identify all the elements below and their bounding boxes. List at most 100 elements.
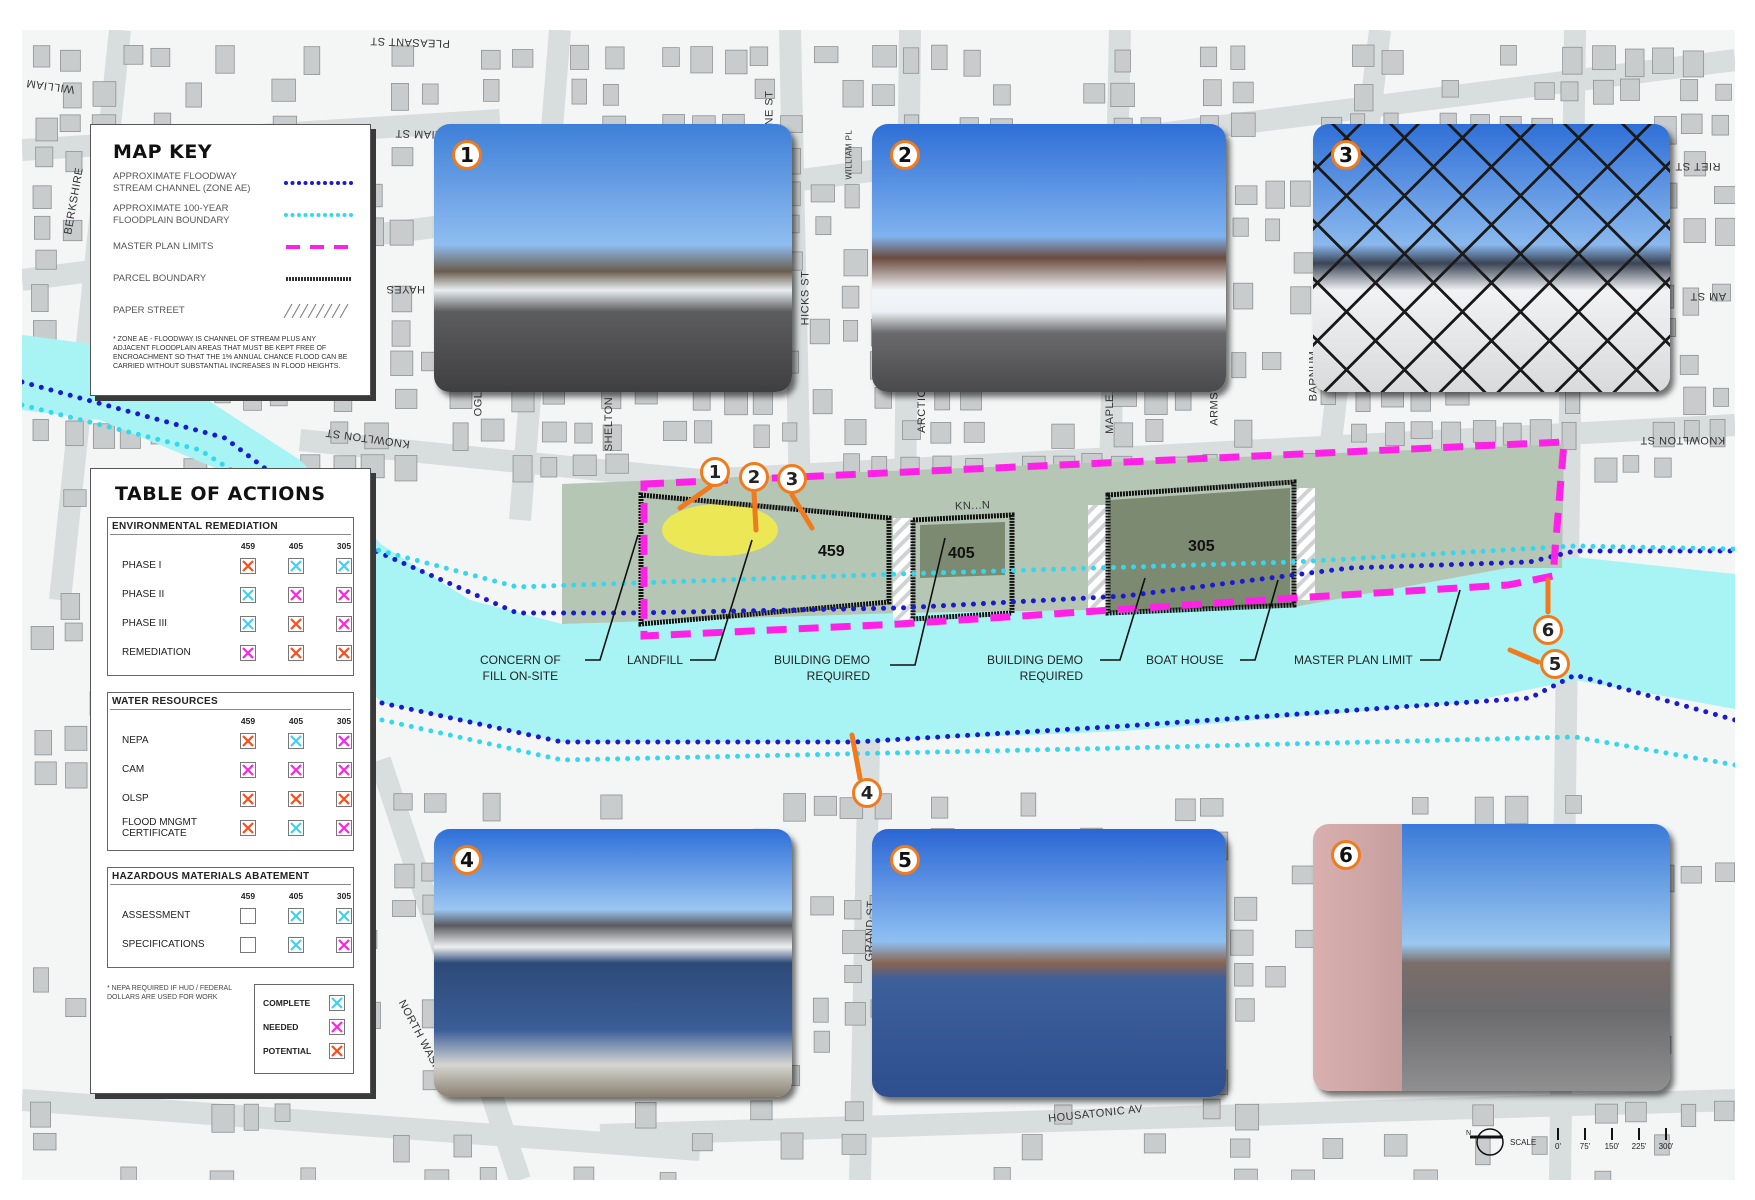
building	[1233, 282, 1254, 310]
table-row: ASSESSMENT	[114, 901, 352, 930]
blue-dotted-line-icon	[284, 181, 354, 185]
building	[1113, 422, 1134, 448]
building	[1199, 798, 1224, 817]
status-checkbox-needed	[336, 586, 352, 603]
building	[844, 900, 862, 920]
table-row: OLSP	[114, 784, 352, 813]
building	[33, 1132, 57, 1151]
building	[1715, 862, 1735, 882]
building	[1500, 45, 1517, 66]
building	[1385, 422, 1405, 447]
street-label-william-pl: WILLIAM PL	[844, 129, 854, 180]
street-label: MAPLE	[1103, 394, 1116, 434]
building	[1381, 389, 1404, 408]
building	[31, 284, 49, 312]
street-label: ARCTIC	[915, 389, 928, 433]
building	[844, 964, 863, 984]
building	[540, 457, 558, 478]
building	[1712, 387, 1729, 407]
building	[1565, 795, 1582, 814]
building	[1352, 44, 1375, 67]
building	[1714, 1100, 1735, 1122]
photo-marker-6[interactable]: 6	[1533, 615, 1563, 645]
photo-2[interactable]: 2	[872, 124, 1226, 392]
building	[813, 795, 837, 816]
status-checkbox-potential	[329, 1043, 345, 1059]
x-mark-icon	[338, 559, 350, 572]
building	[725, 49, 748, 75]
photo-marker-4[interactable]: 4	[852, 778, 882, 808]
building	[1145, 419, 1164, 442]
photo-number-badge: 4	[452, 845, 482, 875]
building	[1714, 186, 1735, 205]
photo-marker-2[interactable]: 2	[739, 462, 769, 492]
building	[1715, 217, 1735, 246]
building	[209, 1170, 235, 1180]
building	[59, 114, 81, 133]
x-mark-icon	[331, 1021, 343, 1033]
street-label: HAYES	[386, 283, 425, 295]
building	[274, 1103, 291, 1122]
building	[541, 421, 567, 443]
table-footnote: * NEPA REQUIRED IF HUD / FEDERAL DOLLARS…	[107, 985, 232, 1001]
photo-1[interactable]: 1	[434, 124, 792, 392]
legend-item-potential: POTENTIAL	[263, 1043, 345, 1059]
building	[392, 900, 416, 917]
street-label: RIET ST	[1675, 160, 1721, 172]
x-mark-icon	[242, 617, 254, 630]
photo-number-badge: 2	[890, 140, 920, 170]
landfill-area	[662, 504, 778, 556]
building	[1534, 82, 1555, 100]
building	[1231, 352, 1247, 379]
x-mark-icon	[290, 734, 302, 747]
photo-5[interactable]: 5	[872, 829, 1226, 1097]
status-checkbox-potential	[336, 790, 352, 807]
building	[34, 215, 51, 240]
table-of-actions-panel: TABLE OF ACTIONS ENVIRONMENTAL REMEDIATI…	[90, 468, 371, 1094]
building	[1472, 420, 1497, 443]
building	[390, 83, 409, 111]
building	[780, 1132, 804, 1160]
photo-marker-5[interactable]: 5	[1540, 649, 1570, 679]
building	[1232, 217, 1249, 237]
status-checkbox-potential	[288, 615, 304, 632]
building	[64, 725, 88, 751]
map-key-panel: MAP KEY APPROXIMATE FLOODWAY STREAM CHAN…	[90, 124, 371, 396]
x-mark-icon	[242, 559, 254, 572]
building	[753, 424, 770, 448]
building	[393, 793, 413, 811]
photo-4[interactable]: 4	[434, 829, 792, 1097]
building	[1175, 798, 1196, 822]
building	[35, 146, 54, 168]
scale-tick: 0'	[1548, 1128, 1568, 1151]
key-item-paper-street: PAPER STREET	[113, 299, 354, 323]
photo-6[interactable]: 6	[1313, 824, 1670, 1091]
scale-tick: 300'	[1656, 1128, 1676, 1151]
scale-label: SCALE	[1510, 1138, 1537, 1147]
cyan-dotted-line-icon	[284, 213, 354, 217]
building	[993, 1167, 1011, 1180]
building	[32, 185, 52, 209]
diagonal-hatch-icon	[283, 304, 349, 318]
building	[573, 1166, 595, 1180]
scale-tick: 225'	[1629, 1128, 1649, 1151]
building	[512, 49, 534, 68]
status-checkbox-needed	[336, 732, 352, 749]
building	[1441, 80, 1459, 98]
building	[1654, 457, 1672, 478]
photo-marker-3[interactable]: 3	[777, 464, 807, 494]
building	[963, 49, 981, 77]
photo-number-badge: 5	[890, 845, 920, 875]
status-checkbox-potential	[240, 819, 256, 836]
building	[30, 626, 54, 650]
photo-marker-1[interactable]: 1	[700, 457, 730, 487]
building	[1234, 963, 1254, 987]
building	[871, 84, 895, 107]
column-header: 305	[336, 541, 352, 551]
table-row: NEPA	[114, 726, 352, 755]
photo-3[interactable]: 3	[1313, 124, 1670, 392]
status-checkbox-needed	[336, 761, 352, 778]
building	[809, 318, 830, 345]
building	[1231, 112, 1256, 137]
x-mark-icon	[331, 1045, 343, 1057]
